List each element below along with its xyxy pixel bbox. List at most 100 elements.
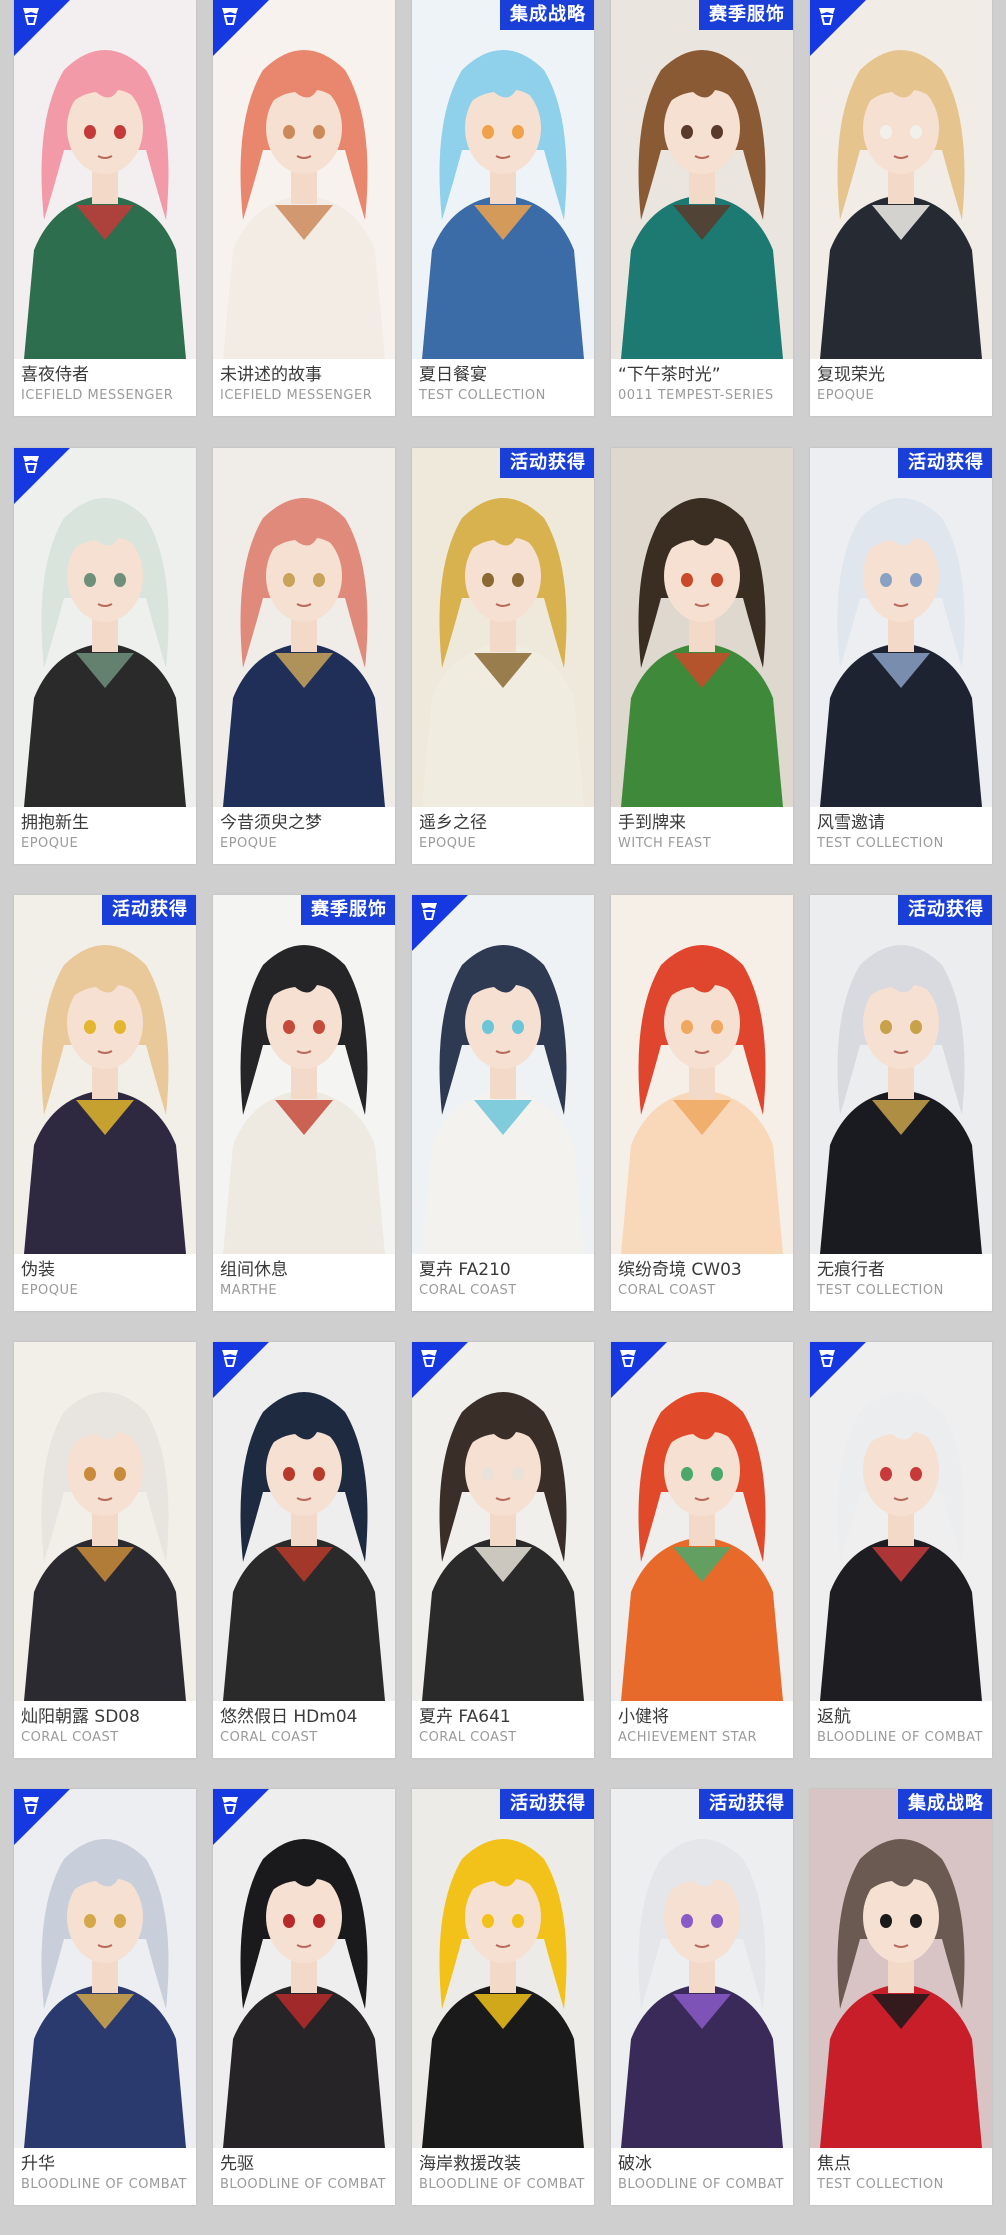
skin-card[interactable]: 赛季服饰 “下午茶时光” 0011 TEMPEST-SERIES (611, 0, 793, 416)
character-illustration (820, 498, 982, 807)
skin-series: ICEFIELD MESSENGER (21, 388, 174, 403)
skin-card[interactable]: 今昔须臾之梦 EPOQUE (213, 448, 395, 864)
brand-emblem-icon (421, 1350, 437, 1367)
skin-series: WITCH FEAST (618, 836, 712, 851)
skin-card[interactable]: 活动获得无痕行者 TEST COLLECTION (810, 895, 992, 1311)
skin-name: 组间休息 (220, 1260, 288, 1280)
character-illustration (422, 1839, 584, 2148)
brand-emblem-icon (23, 1797, 39, 1814)
skin-card[interactable]: 返航 BLOODLINE OF COMBAT (810, 1342, 992, 1758)
skin-card[interactable]: 灿阳朝露 SD08 CORAL COAST (14, 1342, 196, 1758)
skin-card[interactable]: 夏卉 FA210 CORAL COAST (412, 895, 594, 1311)
skin-series: TEST COLLECTION (419, 388, 546, 403)
skin-series: EPOQUE (419, 836, 477, 851)
skin-card[interactable]: 赛季服饰 组间休息 MARTHE (213, 895, 395, 1311)
skin-series: CORAL COAST (419, 1730, 517, 1745)
skin-card[interactable]: 集成战略 夏日餐宴 TEST COLLECTION (412, 0, 594, 416)
skin-name: 破冰 (618, 2154, 652, 2174)
brand-emblem-icon (819, 1350, 835, 1367)
skin-card[interactable]: 喜夜侍者 ICEFIELD MESSENGER (14, 0, 196, 416)
skin-series: CORAL COAST (21, 1730, 119, 1745)
brand-emblem-icon (620, 1350, 636, 1367)
skin-card[interactable]: 集成战略焦点 TEST COLLECTION (810, 1789, 992, 2205)
skin-artwork: 赛季服饰 (213, 895, 395, 1254)
acquisition-tag: 赛季服饰 (699, 0, 793, 30)
acquisition-tag: 活动获得 (898, 448, 992, 478)
acquisition-tag: 活动获得 (102, 895, 196, 925)
skin-artwork (412, 1342, 594, 1701)
skin-artwork (14, 0, 196, 359)
skin-grid: 喜夜侍者 ICEFIELD MESSENGER 未讲述的故事 ICEFIELD MES… (0, 0, 1006, 2235)
character-illustration (621, 50, 783, 359)
character-illustration (24, 945, 186, 1254)
skin-artwork (213, 1342, 395, 1701)
acquisition-tag: 集成战略 (500, 0, 594, 30)
skin-card[interactable]: 活动获得破冰 BLOODLINE OF COMBAT (611, 1789, 793, 2205)
skin-name: 无痕行者 (817, 1260, 885, 1280)
skin-artwork (412, 895, 594, 1254)
skin-card[interactable]: 未讲述的故事 ICEFIELD MESSENGER (213, 0, 395, 416)
skin-artwork: 活动获得 (14, 895, 196, 1254)
skin-series: ACHIEVEMENT STAR (618, 1730, 758, 1745)
skin-name: 悠然假日 HDm04 (220, 1707, 358, 1727)
skin-series: BLOODLINE OF COMBAT (419, 2177, 585, 2192)
skin-card[interactable]: 活动获得遥乡之径 EPOQUE (412, 448, 594, 864)
skin-series: BLOODLINE OF COMBAT (618, 2177, 784, 2192)
brand-emblem-icon (819, 8, 835, 25)
skin-series: EPOQUE (220, 836, 278, 851)
skin-card[interactable]: 夏卉 FA641 CORAL COAST (412, 1342, 594, 1758)
skin-card[interactable]: 悠然假日 HDm04 CORAL COAST (213, 1342, 395, 1758)
skin-card[interactable]: 缤纷奇境 CW03 CORAL COAST (611, 895, 793, 1311)
skin-name: 伪装 (21, 1260, 55, 1280)
skin-artwork: 活动获得 (412, 1789, 594, 2148)
skin-name: 先驱 (220, 2154, 254, 2174)
skin-artwork (810, 0, 992, 359)
character-illustration (223, 945, 385, 1254)
character-illustration (820, 1839, 982, 2148)
character-illustration (621, 1839, 783, 2148)
skin-series: TEST COLLECTION (817, 836, 944, 851)
skin-series: BLOODLINE OF COMBAT (21, 2177, 187, 2192)
skin-card[interactable]: 手到牌来 WITCH FEAST (611, 448, 793, 864)
skin-series: CORAL COAST (419, 1283, 517, 1298)
acquisition-tag: 活动获得 (898, 895, 992, 925)
skin-name: 遥乡之径 (419, 813, 487, 833)
skin-card[interactable]: 活动获得海岸救援改装 BLOODLINE OF COMBAT (412, 1789, 594, 2205)
skin-series: EPOQUE (21, 1283, 79, 1298)
skin-name: 海岸救援改装 (419, 2154, 521, 2174)
skin-artwork (14, 1342, 196, 1701)
skin-name: 灿阳朝露 SD08 (21, 1707, 140, 1727)
skin-artwork: 活动获得 (810, 448, 992, 807)
skin-card[interactable]: 活动获得伪装 EPOQUE (14, 895, 196, 1311)
skin-series: TEST COLLECTION (817, 1283, 944, 1298)
skin-card[interactable]: 先驱 BLOODLINE OF COMBAT (213, 1789, 395, 2205)
skin-card[interactable]: 复现荣光 EPOQUE (810, 0, 992, 416)
skin-artwork: 活动获得 (810, 895, 992, 1254)
skin-card[interactable]: 小健将 ACHIEVEMENT STAR (611, 1342, 793, 1758)
skin-artwork: 集成战略 (810, 1789, 992, 2148)
skin-series: BLOODLINE OF COMBAT (817, 1730, 983, 1745)
skin-card[interactable]: 活动获得风雪邀请 TEST COLLECTION (810, 448, 992, 864)
skin-artwork (611, 895, 793, 1254)
skin-series: TEST COLLECTION (817, 2177, 944, 2192)
skin-name: 焦点 (817, 2154, 851, 2174)
skin-name: 风雪邀请 (817, 813, 885, 833)
skin-card[interactable]: 升华 BLOODLINE OF COMBAT (14, 1789, 196, 2205)
character-illustration (621, 498, 783, 807)
acquisition-tag: 活动获得 (500, 448, 594, 478)
character-illustration (820, 945, 982, 1254)
skin-series: EPOQUE (21, 836, 79, 851)
skin-series: CORAL COAST (220, 1730, 318, 1745)
skin-name: 缤纷奇境 CW03 (618, 1260, 742, 1280)
skin-series: ICEFIELD MESSENGER (220, 388, 373, 403)
acquisition-tag: 活动获得 (699, 1789, 793, 1819)
skin-name: 夏卉 FA641 (419, 1707, 511, 1727)
skin-name: 小健将 (618, 1707, 669, 1727)
acquisition-tag: 集成战略 (898, 1789, 992, 1819)
skin-series: CORAL COAST (618, 1283, 716, 1298)
skin-card[interactable]: 拥抱新生 EPOQUE (14, 448, 196, 864)
skin-artwork (213, 448, 395, 807)
skin-artwork: 活动获得 (412, 448, 594, 807)
skin-name: 手到牌来 (618, 813, 686, 833)
brand-emblem-icon (222, 1797, 238, 1814)
